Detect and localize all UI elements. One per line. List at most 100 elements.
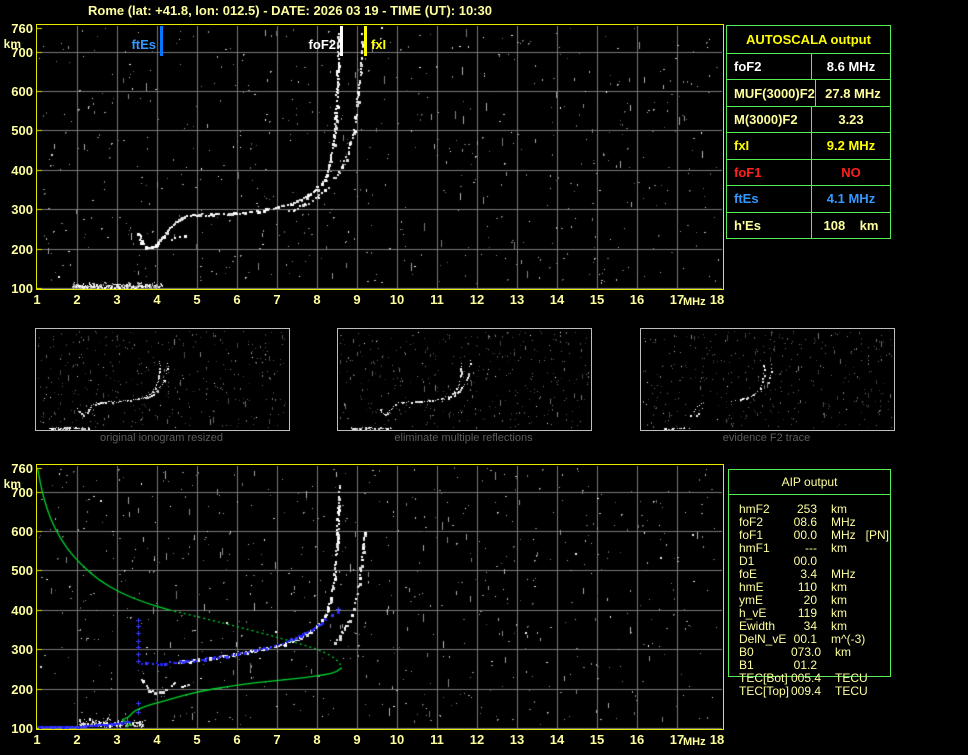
marker-bar-fxI xyxy=(364,26,367,56)
y-tick-label: 200 xyxy=(11,241,33,257)
autoscala-row-hes: h'Es 108 km xyxy=(727,211,890,238)
x-tick-label: 12 xyxy=(469,292,485,307)
aip-row-unit: TECU xyxy=(835,684,868,698)
panel-original-canvas xyxy=(36,329,289,430)
autoscala-row-label: ftEs xyxy=(727,186,812,212)
autoscala-table-rows: foF2 8.6 MHz MUF(3000)F2 27.8 MHz M(3000)F2 3… xyxy=(727,54,890,238)
aip-row-yme: ymE 20 km xyxy=(739,594,959,607)
aip-row-tectop: TEC[Top] 009.4 TECU xyxy=(739,685,959,698)
panel-evidence-canvas xyxy=(641,329,894,430)
y-tick-label: 760 xyxy=(11,461,33,476)
x-tick-label: 11 xyxy=(430,732,444,747)
x-tick-label: 1 xyxy=(33,292,41,307)
x-tick-label: 14 xyxy=(549,732,565,747)
autoscala-row-ftes: ftEs 4.1 MHz xyxy=(727,185,890,212)
x-tick-label: 7 xyxy=(273,292,281,307)
x-tick-label: 10 xyxy=(389,292,405,307)
autoscala-row-label: h'Es xyxy=(727,212,812,238)
x-tick-label: 2 xyxy=(73,292,81,307)
y-tick-label: 600 xyxy=(11,84,33,100)
x-tick-label: 4 xyxy=(153,292,161,307)
x-tick-label: 18 xyxy=(709,292,725,307)
x-tick-label: 16 xyxy=(629,732,645,747)
aip-table-rows: hmF2 253 km foF2 08.6 MHz foF1 00.0 MHz [PN] hmF1-… xyxy=(739,503,959,698)
autoscala-table-title: AUTOSCALA output xyxy=(727,26,890,54)
marker-label-fxI: fxI xyxy=(371,37,387,52)
x-tick-label: 13 xyxy=(509,292,525,307)
x-tick-label: 5 xyxy=(193,292,201,307)
aip-row-unit: km xyxy=(831,541,847,555)
marker-bar-ftEs xyxy=(160,26,163,56)
x-tick-label: 15 xyxy=(589,292,605,307)
panel-eliminate-reflections xyxy=(337,328,592,431)
autoscala-row-label: fxI xyxy=(727,133,812,159)
x-tick-label: 14 xyxy=(549,292,565,307)
marker-label-foF2: foF2 xyxy=(308,37,336,52)
panel-evidence-f2 xyxy=(640,328,895,431)
x-tick-label: 3 xyxy=(113,292,121,307)
aip-row-fof1: foF1 00.0 MHz [PN] xyxy=(739,529,959,542)
x-tick-label: 8 xyxy=(313,732,321,747)
x-tick-label: 9 xyxy=(353,292,361,307)
station-title: Rome (lat: +41.8, lon: 012.5) - DATE: 20… xyxy=(88,3,492,18)
bottom-ionogram-canvas xyxy=(37,465,723,729)
x-tick-label: 2 xyxy=(73,732,81,747)
x-tick-label: 9 xyxy=(353,732,361,747)
panel-caption-eliminate: eliminate multiple reflections xyxy=(394,432,533,444)
x-tick-label: 1 xyxy=(33,732,41,747)
top-ionogram-plot xyxy=(36,24,724,290)
y-tick-label: 300 xyxy=(11,202,33,218)
y-tick-label: 500 xyxy=(11,563,33,579)
aip-row-hme: hmE 110 km xyxy=(739,581,959,594)
marker-bar-foF2 xyxy=(340,26,343,56)
x-tick-label: 3 xyxy=(113,732,121,747)
panel-caption-evidence: evidence F2 trace xyxy=(722,432,811,444)
aip-row-label: TEC[Top] xyxy=(739,684,790,698)
x-tick-label: 6 xyxy=(233,292,241,307)
autoscala-row-label: foF1 xyxy=(727,159,812,186)
autoscala-row-m3000f2: M(3000)F2 3.23 xyxy=(727,105,890,133)
y-tick-label: 200 xyxy=(11,681,33,697)
x-tick-label: 4 xyxy=(153,732,161,747)
y-tick-label: 600 xyxy=(11,524,33,540)
aip-row-b0: B0 073.0 km xyxy=(739,646,959,659)
top-ionogram-canvas xyxy=(37,25,723,289)
aip-table-title: AIP output xyxy=(729,470,890,495)
y-axis-unit: km xyxy=(3,37,21,51)
autoscala-row-value: NO xyxy=(841,164,861,180)
panel-caption-original: original ionogram resized xyxy=(100,432,223,444)
marker-label-ftEs: ftEs xyxy=(131,37,156,52)
y-tick-label: 400 xyxy=(11,602,33,618)
autoscala-row-value: 8.6 MHz xyxy=(826,59,876,75)
autoscala-row-muf3000f2: MUF(3000)F2 27.8 MHz xyxy=(727,79,890,106)
autoscala-row-fof2: foF2 8.6 MHz xyxy=(727,54,890,80)
autoscala-row-value: 4.1 MHz xyxy=(826,191,876,207)
aip-row-hmf1: hmF1 --- km xyxy=(739,542,959,555)
x-tick-label: 7 xyxy=(273,732,281,747)
autoscala-row-label: foF2 xyxy=(727,54,812,80)
x-tick-label: 11 xyxy=(430,292,444,307)
aip-row-foe: foE 3.4 MHz xyxy=(739,568,959,581)
panel-eliminate-canvas xyxy=(338,329,591,430)
x-tick-label: 16 xyxy=(629,292,645,307)
autoscala-row-fof1: foF1 NO xyxy=(727,158,890,186)
x-tick-label: 10 xyxy=(389,732,405,747)
y-axis-unit: km xyxy=(3,477,21,491)
autoscala-row-fxi: fxI 9.2 MHz xyxy=(727,132,890,159)
x-tick-label: 12 xyxy=(469,732,485,747)
autoscala-row-label: MUF(3000)F2 xyxy=(727,80,816,106)
x-axis-unit: MHz xyxy=(683,736,706,748)
autoscala-row-value: 27.8 MHz xyxy=(825,85,881,101)
x-tick-label: 18 xyxy=(709,732,725,747)
x-tick-label: 5 xyxy=(193,732,201,747)
x-tick-label: 6 xyxy=(233,732,241,747)
y-tick-label: 400 xyxy=(11,162,33,178)
autoscala-row-value: 108 km xyxy=(823,217,879,233)
autoscala-output-table: AUTOSCALA output foF2 8.6 MHz MUF(3000)F2 2… xyxy=(726,25,891,239)
panel-original-ionogram xyxy=(35,328,290,431)
bottom-ionogram-plot xyxy=(36,464,724,730)
aip-row-unit: km xyxy=(835,645,852,659)
autoscala-row-label: M(3000)F2 xyxy=(727,106,812,133)
autoscala-row-value: 3.23 xyxy=(838,112,864,128)
y-tick-label: 500 xyxy=(11,123,33,139)
